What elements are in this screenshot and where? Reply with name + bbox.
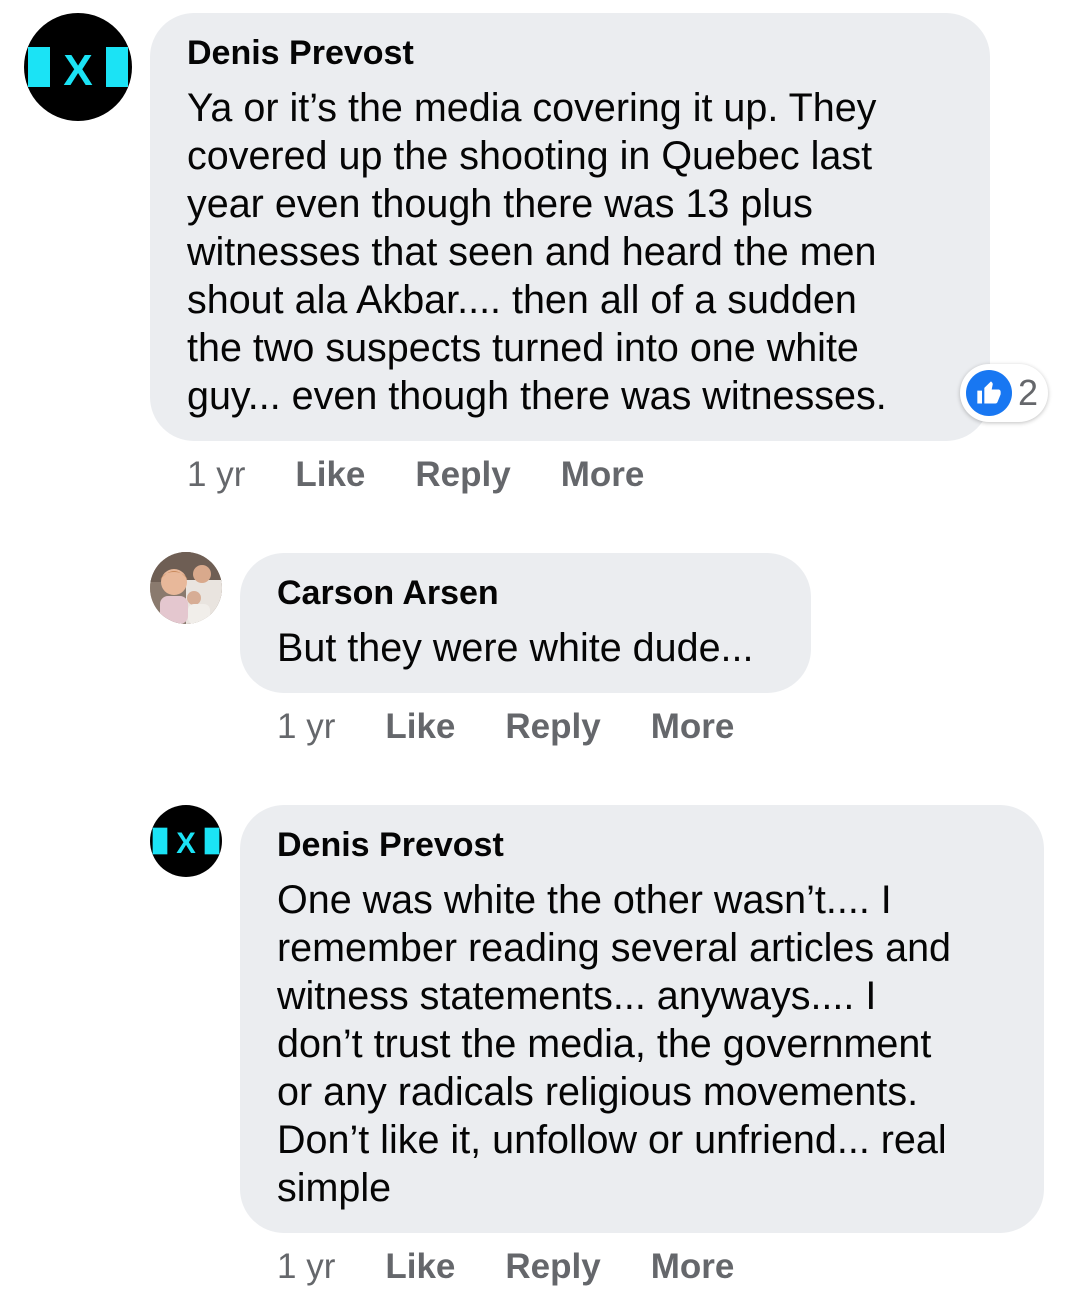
like-icon	[966, 370, 1012, 416]
comment-timestamp: 1 yr	[277, 1247, 336, 1286]
comment-actions: 1 yr Like Reply More	[187, 455, 694, 495]
svg-text:X: X	[176, 827, 196, 860]
comment-author[interactable]: Carson Arsen	[277, 574, 499, 613]
comment-text: But they were white dude...	[277, 626, 754, 670]
comment-text: One was white the other wasn’t.... I rem…	[277, 878, 952, 1210]
photo-avatar-image	[150, 552, 222, 624]
more-button[interactable]: More	[561, 455, 645, 495]
avatar-photo-icon[interactable]	[150, 552, 222, 624]
svg-text:X: X	[63, 46, 92, 95]
comment-author[interactable]: Denis Prevost	[187, 34, 414, 73]
comment-actions: 1 yr Like Reply More	[277, 1247, 784, 1287]
comment-timestamp: 1 yr	[187, 455, 246, 494]
more-button[interactable]: More	[651, 1247, 735, 1287]
like-button[interactable]: Like	[385, 1247, 455, 1287]
avatar-x-logo-icon[interactable]: X	[150, 805, 222, 877]
comment-author[interactable]: Denis Prevost	[277, 826, 504, 865]
reaction-badge[interactable]: 2	[960, 364, 1049, 422]
like-button[interactable]: Like	[295, 455, 365, 495]
comment-actions: 1 yr Like Reply More	[277, 707, 784, 747]
more-button[interactable]: More	[651, 707, 735, 747]
reply-button[interactable]: Reply	[415, 455, 510, 495]
reply-button[interactable]: Reply	[505, 707, 600, 747]
comment-text: Ya or it’s the media covering it up. The…	[187, 86, 887, 418]
reply-button[interactable]: Reply	[505, 1247, 600, 1287]
comment-thread: X Denis Prevost Ya or it’s the media cov…	[0, 0, 1080, 1316]
x-logo-icon: X	[152, 827, 220, 860]
comment-timestamp: 1 yr	[277, 707, 336, 746]
reaction-count: 2	[1018, 372, 1039, 413]
x-logo-icon: X	[28, 46, 128, 95]
like-button[interactable]: Like	[385, 707, 455, 747]
avatar-x-logo-icon[interactable]: X	[24, 13, 132, 121]
